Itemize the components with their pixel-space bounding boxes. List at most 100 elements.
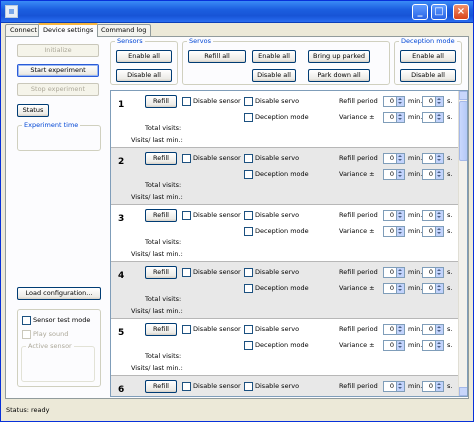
- deception-mode-checkbox[interactable]: [244, 113, 253, 122]
- minimize-icon[interactable]: _: [412, 4, 428, 20]
- variance-s-spinner[interactable]: 0: [422, 340, 444, 351]
- spinner-arrows-icon[interactable]: [435, 113, 443, 122]
- variance-label: Variance ±: [339, 170, 375, 178]
- spinner-arrows-icon[interactable]: [435, 170, 443, 179]
- refill-button[interactable]: Refill: [145, 323, 177, 336]
- deception-enable-all-button[interactable]: Enable all: [400, 50, 456, 63]
- deception-mode-checkbox[interactable]: [244, 170, 253, 179]
- spinner-arrows-icon[interactable]: [396, 170, 404, 179]
- variance-min-spinner[interactable]: 0: [383, 283, 405, 294]
- spinner-arrows-icon[interactable]: [396, 268, 404, 277]
- variance-min-spinner[interactable]: 0: [383, 112, 405, 123]
- scroll-up-icon[interactable]: [459, 91, 467, 100]
- variance-min-spinner[interactable]: 0: [383, 340, 405, 351]
- spinner-arrows-icon[interactable]: [396, 284, 404, 293]
- variance-min-spinner[interactable]: 0: [383, 169, 405, 180]
- spinner-arrows-icon[interactable]: [396, 325, 404, 334]
- refill-period-min-spinner[interactable]: 0: [383, 267, 405, 278]
- refill-period-min-spinner[interactable]: 0: [383, 210, 405, 221]
- bring-up-parked-button[interactable]: Bring up parked: [308, 50, 370, 63]
- refill-button[interactable]: Refill: [145, 266, 177, 279]
- list-scrollbar[interactable]: [458, 91, 467, 396]
- disable-servo-checkbox[interactable]: [244, 325, 253, 334]
- scroll-thumb[interactable]: [459, 101, 467, 161]
- refill-period-min-spinner[interactable]: 0: [383, 324, 405, 335]
- variance-min-spinner[interactable]: 0: [383, 226, 405, 237]
- spinner-arrows-icon[interactable]: [435, 382, 443, 391]
- refill-button[interactable]: Refill: [145, 380, 177, 393]
- tab-command-log[interactable]: Command log: [96, 24, 152, 36]
- refill-period-s-spinner[interactable]: 0: [422, 153, 444, 164]
- s-unit-label: s.: [447, 113, 453, 121]
- spinner-arrows-icon[interactable]: [396, 382, 404, 391]
- variance-s-spinner[interactable]: 0: [422, 226, 444, 237]
- refill-button[interactable]: Refill: [145, 209, 177, 222]
- disable-servo-checkbox[interactable]: [244, 211, 253, 220]
- disable-sensor-checkbox[interactable]: [182, 97, 191, 106]
- play-sound-checkbox[interactable]: [22, 330, 31, 339]
- feeder-list[interactable]: 1 Refill Disable sensor Disable servo De…: [110, 90, 468, 397]
- spinner-arrows-icon[interactable]: [435, 154, 443, 163]
- spinner-arrows-icon[interactable]: [396, 211, 404, 220]
- disable-sensor-checkbox[interactable]: [182, 268, 191, 277]
- close-icon[interactable]: ×: [453, 4, 469, 20]
- spinner-arrows-icon[interactable]: [435, 284, 443, 293]
- deception-mode-group: Deception mode Enable all Disable all: [394, 37, 462, 85]
- disable-sensor-checkbox[interactable]: [182, 325, 191, 334]
- spinner-arrows-icon[interactable]: [435, 211, 443, 220]
- deception-mode-checkbox[interactable]: [244, 341, 253, 350]
- spinner-arrows-icon[interactable]: [396, 341, 404, 350]
- refill-period-s-spinner[interactable]: 0: [422, 267, 444, 278]
- disable-servo-checkbox[interactable]: [244, 268, 253, 277]
- stop-experiment-button[interactable]: Stop experiment: [17, 83, 99, 96]
- refill-period-s-spinner[interactable]: 0: [422, 324, 444, 335]
- refill-period-s-spinner[interactable]: 0: [422, 381, 444, 392]
- disable-servo-checkbox[interactable]: [244, 97, 253, 106]
- spinner-arrows-icon[interactable]: [435, 341, 443, 350]
- spinner-arrows-icon[interactable]: [396, 113, 404, 122]
- status-button[interactable]: Status: [17, 104, 49, 117]
- servos-refill-all-button[interactable]: Refill all: [188, 50, 246, 63]
- refill-period-min-spinner[interactable]: 0: [383, 381, 405, 392]
- deception-mode-checkbox[interactable]: [244, 227, 253, 236]
- refill-period-min-spinner[interactable]: 0: [383, 96, 405, 107]
- refill-period-s-spinner[interactable]: 0: [422, 96, 444, 107]
- load-configuration-button[interactable]: Load configuration...: [17, 287, 101, 300]
- maximize-icon[interactable]: □: [431, 4, 447, 20]
- start-experiment-button[interactable]: Start experiment: [17, 64, 99, 77]
- tab-device-settings[interactable]: Device settings: [38, 23, 99, 37]
- spinner-arrows-icon[interactable]: [435, 325, 443, 334]
- spinner-arrows-icon[interactable]: [435, 227, 443, 236]
- title-bar[interactable]: _ □ ×: [1, 1, 473, 23]
- sensors-enable-all-button[interactable]: Enable all: [116, 50, 172, 63]
- disable-servo-checkbox[interactable]: [244, 382, 253, 391]
- spinner-arrows-icon[interactable]: [396, 97, 404, 106]
- deception-disable-all-button[interactable]: Disable all: [400, 69, 456, 82]
- disable-servo-checkbox[interactable]: [244, 154, 253, 163]
- refill-period-min-spinner[interactable]: 0: [383, 153, 405, 164]
- variance-s-spinner[interactable]: 0: [422, 169, 444, 180]
- variance-s-spinner[interactable]: 0: [422, 283, 444, 294]
- scroll-down-icon[interactable]: [459, 387, 467, 396]
- refill-button[interactable]: Refill: [145, 95, 177, 108]
- spinner-arrows-icon[interactable]: [435, 97, 443, 106]
- disable-sensor-checkbox[interactable]: [182, 154, 191, 163]
- refill-button[interactable]: Refill: [145, 152, 177, 165]
- spinner-arrows-icon[interactable]: [435, 268, 443, 277]
- tab-connect[interactable]: Connect: [5, 24, 42, 36]
- initialize-button[interactable]: Initialize: [17, 44, 99, 57]
- park-down-all-button[interactable]: Park down all: [308, 69, 370, 82]
- variance-s-spinner[interactable]: 0: [422, 112, 444, 123]
- servos-disable-all-button[interactable]: Disable all: [252, 69, 296, 82]
- feeder-number: 2: [118, 157, 125, 167]
- sensor-test-mode-checkbox[interactable]: [22, 316, 31, 325]
- refill-period-s-spinner[interactable]: 0: [422, 210, 444, 221]
- disable-sensor-checkbox[interactable]: [182, 382, 191, 391]
- sensors-disable-all-button[interactable]: Disable all: [116, 69, 172, 82]
- servos-enable-all-button[interactable]: Enable all: [252, 50, 296, 63]
- deception-mode-checkbox[interactable]: [244, 284, 253, 293]
- disable-sensor-checkbox[interactable]: [182, 211, 191, 220]
- spinner-arrows-icon[interactable]: [396, 154, 404, 163]
- spinner-arrows-icon[interactable]: [396, 227, 404, 236]
- variance-label: Variance ±: [339, 113, 375, 121]
